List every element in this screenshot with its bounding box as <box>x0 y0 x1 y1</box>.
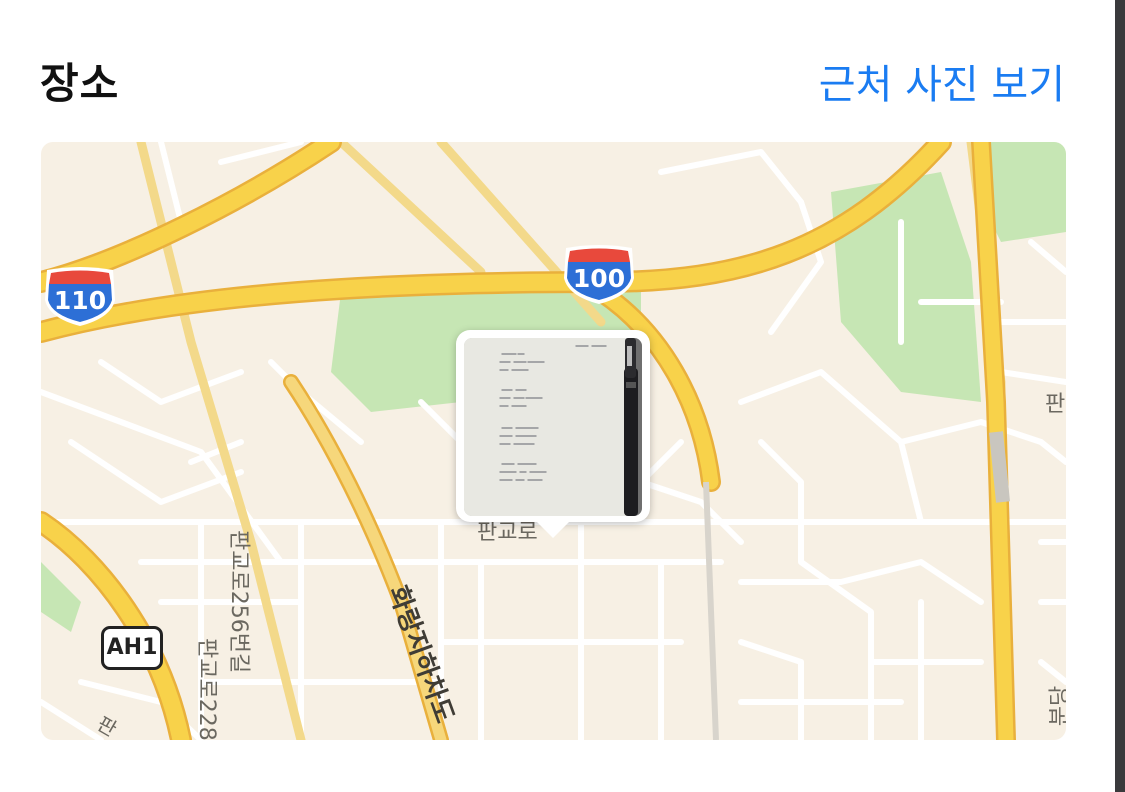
location-map[interactable]: 110 100 AH1 판교로256번길 판교로228 화랑지하차도 판 분당 … <box>41 142 1066 740</box>
park-area <box>41 562 81 632</box>
side-scrollbar <box>1115 0 1125 792</box>
route-number: 100 <box>572 264 626 293</box>
route-number: 110 <box>53 286 107 315</box>
road-label-pan-right: 판 <box>1045 392 1066 417</box>
route-100-shield: 100 <box>560 244 638 306</box>
pin-tail <box>535 520 571 538</box>
nearby-photos-link[interactable]: 근처 사진 보기 <box>819 52 1065 110</box>
route-110-shield: 110 <box>41 266 119 328</box>
section-title: 장소 <box>40 59 120 108</box>
photo-thumbnail[interactable] <box>464 338 642 516</box>
photo-location-pin[interactable] <box>456 330 650 538</box>
road-label-bundang: 분당 <box>1048 685 1066 727</box>
road-label-pangyo256: 판교로256번길 <box>226 530 251 674</box>
notebook-photo-image <box>464 338 642 516</box>
asian-highway-shield: AH1 <box>101 626 163 670</box>
road-label-pangyo228: 판교로228 <box>194 638 219 740</box>
